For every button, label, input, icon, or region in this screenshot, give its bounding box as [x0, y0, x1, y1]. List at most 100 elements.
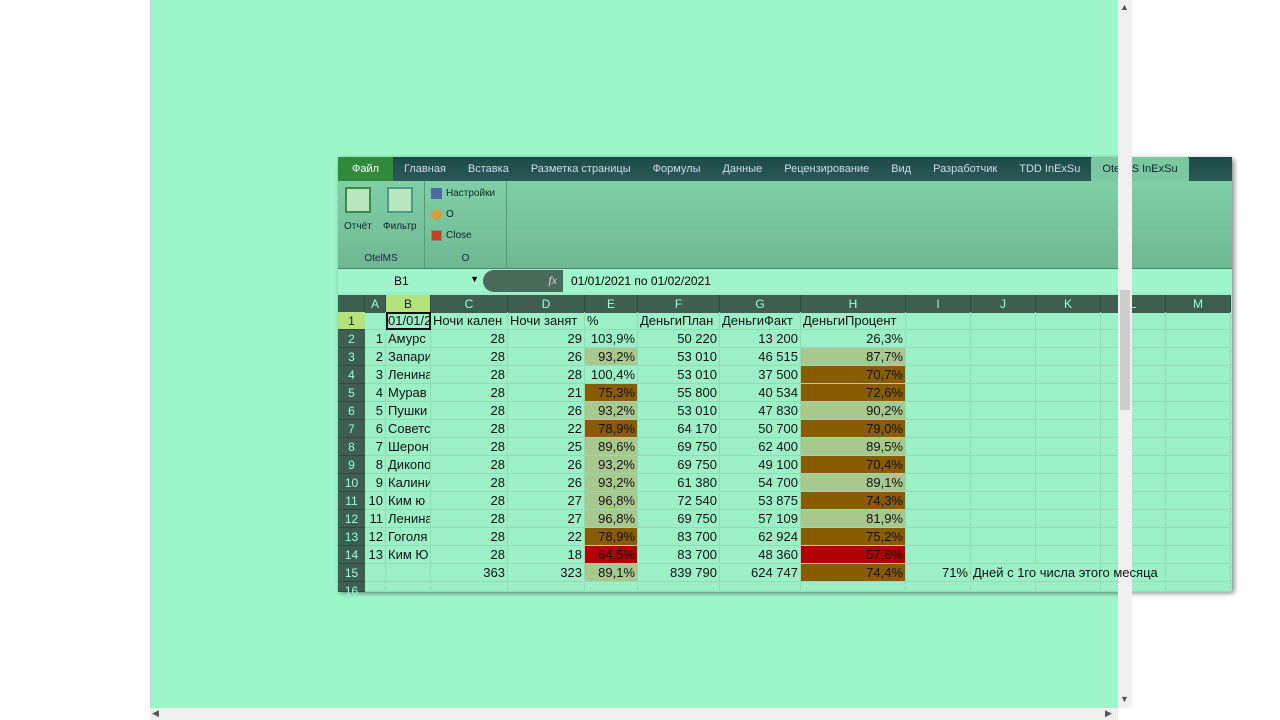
table-cell[interactable]: 28: [431, 474, 508, 492]
table-cell[interactable]: [1101, 546, 1166, 564]
table-cell[interactable]: 57 109: [720, 510, 801, 528]
table-cell[interactable]: [1036, 546, 1101, 564]
table-cell[interactable]: 93,2%: [585, 402, 638, 420]
table-cell[interactable]: [1036, 384, 1101, 402]
column-header-L[interactable]: L: [1101, 295, 1166, 313]
table-cell[interactable]: [1101, 348, 1166, 366]
tab-9[interactable]: TDD InExSu: [1008, 157, 1091, 181]
table-cell[interactable]: 4: [365, 384, 386, 402]
row-header[interactable]: 1: [338, 312, 365, 330]
table-cell[interactable]: 90,2%: [801, 402, 906, 420]
table-cell[interactable]: Мурав: [386, 384, 431, 402]
scroll-down-icon[interactable]: ▼: [1120, 694, 1129, 704]
table-cell[interactable]: 53 875: [720, 492, 801, 510]
row-header[interactable]: 7: [338, 420, 365, 438]
tab-10[interactable]: OtelMS InExSu: [1091, 157, 1189, 181]
report-button[interactable]: Отчёт: [344, 187, 372, 232]
table-cell[interactable]: 47 830: [720, 402, 801, 420]
table-cell[interactable]: 70,4%: [801, 456, 906, 474]
row-header[interactable]: 3: [338, 348, 365, 366]
close-button[interactable]: Close: [425, 225, 506, 246]
table-cell[interactable]: 10: [365, 492, 386, 510]
table-cell[interactable]: [971, 492, 1036, 510]
empty-cell[interactable]: [431, 582, 508, 592]
table-cell[interactable]: [971, 438, 1036, 456]
filter-button[interactable]: Фильтр: [383, 187, 417, 232]
table-cell[interactable]: 28: [431, 420, 508, 438]
table-cell[interactable]: 3: [365, 366, 386, 384]
table-cell[interactable]: 49 100: [720, 456, 801, 474]
table-cell[interactable]: [906, 348, 971, 366]
row-header[interactable]: 4: [338, 366, 365, 384]
table-cell[interactable]: 28: [431, 438, 508, 456]
column-header-G[interactable]: G: [720, 295, 801, 313]
header-cell[interactable]: [1101, 312, 1166, 330]
row-header[interactable]: 14: [338, 546, 365, 564]
table-cell[interactable]: Ким ю: [386, 492, 431, 510]
tab-3[interactable]: Разметка страницы: [520, 157, 642, 181]
table-cell[interactable]: 26: [508, 402, 585, 420]
empty-cell[interactable]: [386, 582, 431, 592]
table-cell[interactable]: 55 800: [638, 384, 720, 402]
table-cell[interactable]: [906, 456, 971, 474]
table-cell[interactable]: 37 500: [720, 366, 801, 384]
table-cell[interactable]: [906, 366, 971, 384]
empty-cell[interactable]: [585, 582, 638, 592]
table-cell[interactable]: 22: [508, 420, 585, 438]
table-cell[interactable]: 26,3%: [801, 330, 906, 348]
table-cell[interactable]: [906, 330, 971, 348]
table-cell[interactable]: [1101, 330, 1166, 348]
table-cell[interactable]: 13 200: [720, 330, 801, 348]
select-all-corner[interactable]: [338, 295, 365, 313]
column-header-J[interactable]: J: [971, 295, 1036, 313]
header-cell[interactable]: ДеньгиПлан: [638, 312, 720, 330]
tab-5[interactable]: Данные: [711, 157, 773, 181]
table-cell[interactable]: 8: [365, 456, 386, 474]
table-cell[interactable]: 28: [431, 492, 508, 510]
header-cell[interactable]: [365, 312, 386, 330]
table-cell[interactable]: [1101, 510, 1166, 528]
table-cell[interactable]: 96,8%: [585, 492, 638, 510]
row-header[interactable]: 11: [338, 492, 365, 510]
table-cell[interactable]: 53 010: [638, 366, 720, 384]
scroll-thumb[interactable]: [1120, 290, 1130, 410]
table-cell[interactable]: 64 170: [638, 420, 720, 438]
table-cell[interactable]: [1166, 366, 1231, 384]
table-cell[interactable]: 11: [365, 510, 386, 528]
table-cell[interactable]: [971, 546, 1036, 564]
column-header-B[interactable]: B: [386, 295, 431, 313]
table-cell[interactable]: 22: [508, 528, 585, 546]
table-cell[interactable]: [1036, 330, 1101, 348]
table-cell[interactable]: Калини: [386, 474, 431, 492]
table-cell[interactable]: [906, 402, 971, 420]
empty-cell[interactable]: [906, 582, 971, 592]
table-cell[interactable]: 1: [365, 330, 386, 348]
table-cell[interactable]: [1036, 438, 1101, 456]
table-cell[interactable]: Советс: [386, 420, 431, 438]
table-cell[interactable]: [1036, 420, 1101, 438]
table-cell[interactable]: [1166, 456, 1231, 474]
table-cell[interactable]: [971, 402, 1036, 420]
table-cell[interactable]: [1101, 420, 1166, 438]
table-cell[interactable]: Гоголя: [386, 528, 431, 546]
table-cell[interactable]: [906, 492, 971, 510]
scroll-left-icon[interactable]: ◀: [152, 708, 159, 719]
table-cell[interactable]: 29: [508, 330, 585, 348]
table-cell[interactable]: 69 750: [638, 438, 720, 456]
tab-0[interactable]: Файл: [338, 157, 394, 181]
table-cell[interactable]: 28: [508, 366, 585, 384]
table-cell[interactable]: [1101, 528, 1166, 546]
totals-cell[interactable]: Дней с 1го числа этого месяца: [971, 564, 1158, 582]
table-cell[interactable]: 18: [508, 546, 585, 564]
table-cell[interactable]: [1101, 456, 1166, 474]
table-cell[interactable]: 89,1%: [801, 474, 906, 492]
table-cell[interactable]: [1101, 474, 1166, 492]
totals-cell[interactable]: [386, 564, 431, 582]
table-cell[interactable]: 75,3%: [585, 384, 638, 402]
totals-cell[interactable]: 71%: [906, 564, 971, 582]
table-cell[interactable]: [971, 330, 1036, 348]
row-header[interactable]: 8: [338, 438, 365, 456]
table-cell[interactable]: [1166, 474, 1231, 492]
table-cell[interactable]: 93,2%: [585, 348, 638, 366]
table-cell[interactable]: 93,2%: [585, 456, 638, 474]
